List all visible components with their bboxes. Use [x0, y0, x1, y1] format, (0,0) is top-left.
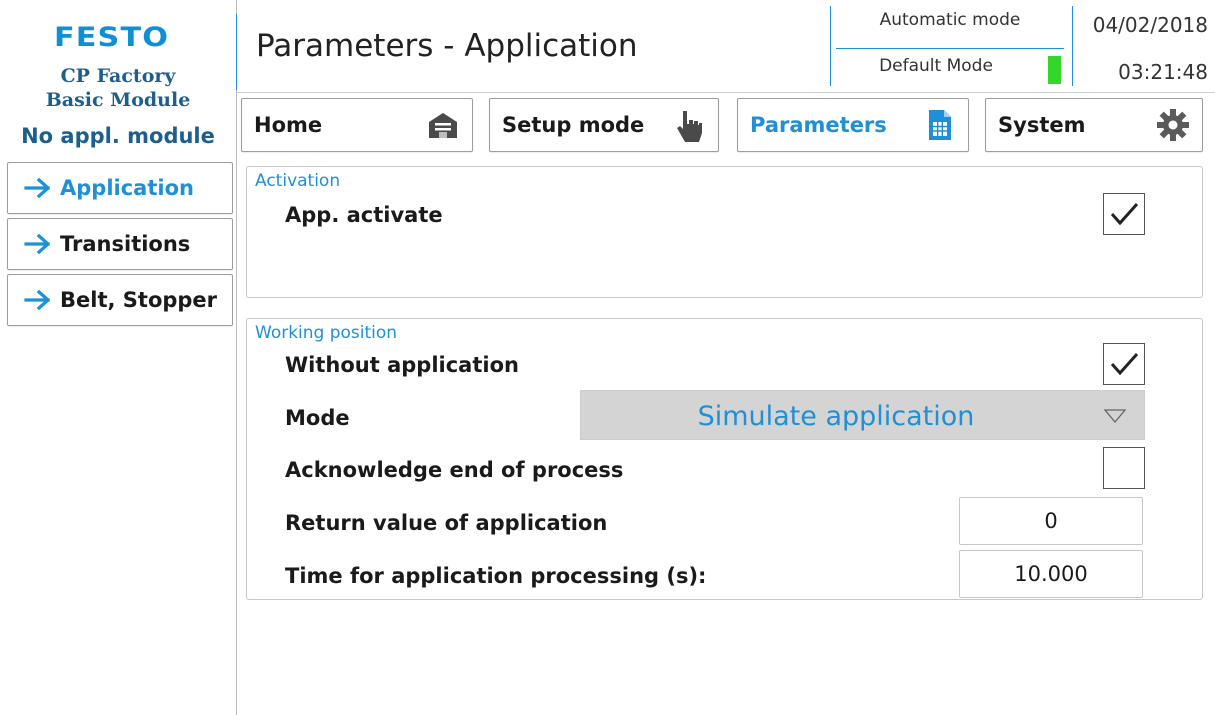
page-title: Parameters - Application: [256, 28, 638, 64]
app-activate-label: App. activate: [285, 203, 443, 227]
station-name-line1: CP Factory: [60, 65, 176, 87]
checkmark-icon: [1110, 202, 1139, 226]
processing-time-field[interactable]: 10.000: [959, 550, 1143, 598]
home-icon: [429, 113, 457, 138]
chevron-down-icon: [1104, 409, 1126, 423]
checkmark-icon: [1110, 352, 1139, 376]
panel-divider: [236, 0, 237, 715]
tab-system[interactable]: System: [985, 98, 1203, 152]
tab-home[interactable]: Home: [241, 98, 473, 152]
working-position-group-title: Working position: [255, 323, 398, 343]
ack-end-of-process-checkbox[interactable]: [1103, 447, 1145, 489]
hand-pointer-icon: [677, 111, 702, 142]
brand-panel: FESTO CP Factory Basic Module No appl. m…: [0, 0, 236, 160]
side-nav-item-label: Belt, Stopper: [60, 288, 218, 312]
header-bottom-border: [237, 92, 1215, 93]
activation-group-title: Activation: [255, 171, 341, 191]
side-nav-item-application[interactable]: Application: [7, 162, 233, 214]
arrow-right-icon: [24, 234, 51, 254]
operating-mode: Automatic mode: [879, 10, 1021, 30]
side-nav-item-label: Application: [60, 176, 194, 200]
sub-mode: Default Mode: [879, 56, 993, 76]
return-value-label: Return value of application: [285, 511, 608, 535]
working-position-group: Working position Without application Mod…: [246, 318, 1203, 600]
side-nav-item-label: Transitions: [60, 232, 191, 256]
header-divider: [836, 48, 1064, 49]
station-name-line2: Basic Module: [45, 89, 191, 111]
arrow-right-icon: [24, 178, 51, 198]
side-nav: Application Transitions Belt, Stopper: [7, 162, 233, 330]
tab-label: Home: [254, 113, 323, 137]
tab-setup-mode[interactable]: Setup mode: [489, 98, 719, 152]
tab-label: Setup mode: [502, 113, 645, 137]
side-nav-item-transitions[interactable]: Transitions: [7, 218, 233, 270]
station-name: CP Factory Basic Module: [0, 64, 236, 112]
festo-logo: FESTO: [54, 22, 170, 53]
header-divider: [1072, 6, 1073, 86]
without-application-checkbox[interactable]: [1103, 343, 1145, 385]
header-divider: [236, 14, 237, 90]
activation-group: Activation App. activate: [246, 166, 1203, 298]
tab-parameters[interactable]: Parameters: [737, 98, 969, 152]
header-divider: [830, 6, 831, 86]
mode-label: Mode: [285, 406, 350, 430]
without-application-label: Without application: [285, 353, 519, 377]
mode-dropdown[interactable]: Simulate application: [580, 390, 1145, 440]
time-display: 03:21:48: [1118, 60, 1208, 84]
ack-end-of-process-label: Acknowledge end of process: [285, 458, 624, 482]
gear-icon: [1157, 109, 1189, 141]
date-display: 04/02/2018: [1092, 13, 1208, 37]
processing-time-label: Time for application processing (s):: [285, 564, 707, 588]
arrow-right-icon: [24, 290, 51, 310]
module-status: No appl. module: [21, 124, 215, 148]
status-led: [1048, 56, 1061, 84]
tab-label: System: [998, 113, 1086, 137]
side-nav-item-belt-stopper[interactable]: Belt, Stopper: [7, 274, 233, 326]
mode-dropdown-value: Simulate application: [697, 401, 975, 432]
app-activate-checkbox[interactable]: [1103, 193, 1145, 235]
document-table-icon: [929, 110, 951, 140]
return-value-field[interactable]: 0: [959, 497, 1143, 545]
tab-label: Parameters: [750, 113, 887, 137]
